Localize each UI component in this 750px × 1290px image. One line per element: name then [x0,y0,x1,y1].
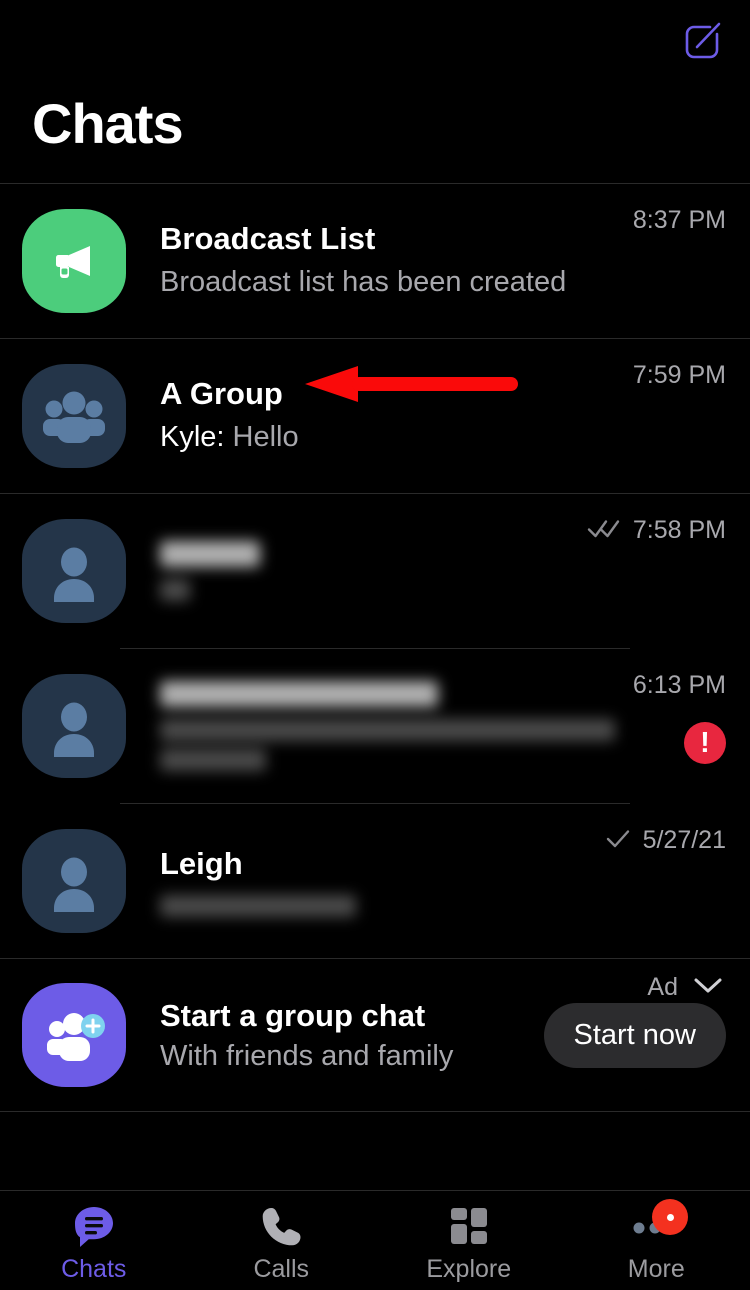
nav-label-calls: Calls [253,1255,310,1283]
nav-label-explore: Explore [426,1255,512,1283]
chat-meta: 7:59 PM [633,339,726,493]
start-now-button[interactable]: Start now [543,1002,726,1068]
chat-meta: 6:13 PM ! [633,649,726,803]
notification-badge [652,1199,689,1235]
chat-meta: 5/27/21 [605,804,726,958]
chat-name: A Group [160,376,283,412]
chat-name-redacted [160,681,621,771]
app-header: Chats [0,0,750,183]
avatar [22,983,126,1087]
chat-meta: 7:58 PM [587,494,726,648]
chat-time: 7:58 PM [632,516,726,544]
chat-preview-redacted [160,895,593,918]
ad-row[interactable]: Ad Start a group chat With friends and f… [0,959,750,1111]
more-dots-icon [628,1199,689,1249]
chat-row-body: A Group Kyle: Hello [160,375,633,456]
chat-name: Leigh [160,845,243,881]
person-icon [22,674,126,778]
chat-preview-sender: Kyle: [160,421,225,454]
divider [0,1111,750,1112]
ad-subtitle: With friends and family [160,1039,454,1072]
phone-icon [258,1203,304,1249]
person-icon [22,519,126,623]
ad-title: Start a group chat [160,997,426,1033]
ad-label: Ad [647,973,678,1001]
nav-item-chats[interactable]: Chats [0,1191,188,1290]
person-icon [22,829,126,933]
chat-row-a-group[interactable]: A Group Kyle: Hello 7:59 PM [0,339,750,493]
chat-time: 7:59 PM [632,361,726,389]
grid-icon [446,1203,492,1249]
nav-label-chats: Chats [61,1255,127,1283]
single-check-icon [605,827,631,854]
chat-time: 5/27/21 [642,826,726,854]
avatar [22,674,126,778]
nav-label-more: More [627,1255,685,1283]
chat-row-body: Broadcast List Broadcast list has been c… [160,220,633,301]
nav-item-calls[interactable]: Calls [188,1191,376,1290]
chat-time: 8:37 PM [632,206,726,234]
chat-name-redacted [160,541,575,601]
megaphone-icon [22,209,126,313]
chats-screen: Chats Broadcast List Broadcast list has … [0,0,750,1290]
chat-bubble-icon [71,1203,117,1249]
bottom-nav: Chats Calls Explore More [0,1190,750,1290]
status-badge-error: ! [684,722,726,764]
chat-name: Broadcast List [160,221,376,257]
page-title: Chats [32,92,184,155]
double-check-icon [587,517,621,544]
nav-item-explore[interactable]: Explore [375,1191,563,1290]
chat-row-leigh[interactable]: Leigh 5/27/21 [0,804,750,958]
chat-preview: Broadcast list has been created [160,266,567,299]
chat-row-broadcast-list[interactable]: Broadcast List Broadcast list has been c… [0,184,750,338]
avatar [22,519,126,623]
chat-row-redacted-2[interactable]: 6:13 PM ! [0,649,750,803]
ad-body: Start a group chat With friends and fami… [160,998,544,1073]
nav-item-more[interactable]: More [563,1191,750,1290]
avatar [22,364,126,468]
avatar [22,829,126,933]
chat-meta: 8:37 PM [633,184,726,338]
chat-preview-text: Hello [232,421,299,454]
compose-icon[interactable] [674,14,730,70]
add-group-icon [22,983,126,1087]
chat-time: 6:13 PM [632,671,726,699]
chat-row-redacted-1[interactable]: 7:58 PM [0,494,750,648]
avatar [22,209,126,313]
chat-preview: Kyle: Hello [160,419,621,457]
chat-row-body: Leigh [160,845,605,918]
chevron-down-icon[interactable] [692,973,724,1002]
chat-row-body [160,541,587,601]
ad-label-group[interactable]: Ad [647,973,724,1002]
chat-row-body [160,681,633,771]
group-people-icon [22,364,126,468]
